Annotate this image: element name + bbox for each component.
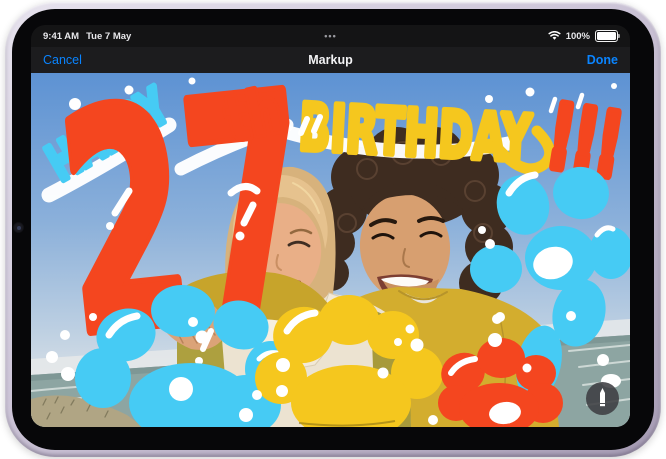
screen: 9:41 AM Tue 7 May ••• 100% Cancel Markup… [31, 25, 630, 427]
annotation-birthday[interactable]: BIRTHDAY [297, 91, 533, 177]
cancel-button[interactable]: Cancel [43, 53, 82, 67]
photo-scene: HAPPY 27 th BIRTHDAY !!! [31, 73, 630, 427]
photo-canvas[interactable]: HAPPY 27 th BIRTHDAY !!! [31, 73, 630, 427]
pencil-tool-button[interactable] [586, 382, 619, 415]
battery-icon [595, 30, 618, 42]
pencil-icon [595, 388, 610, 409]
status-bar: 9:41 AM Tue 7 May ••• 100% [31, 25, 630, 47]
ellipsis-icon: ••• [31, 31, 630, 41]
done-button[interactable]: Done [587, 53, 618, 67]
screenshot-root: 9:41 AM Tue 7 May ••• 100% Cancel Markup… [0, 0, 666, 459]
page-title: Markup [31, 53, 630, 67]
markup-toolbar: Cancel Markup Done [31, 47, 630, 73]
front-camera-icon [13, 222, 24, 233]
